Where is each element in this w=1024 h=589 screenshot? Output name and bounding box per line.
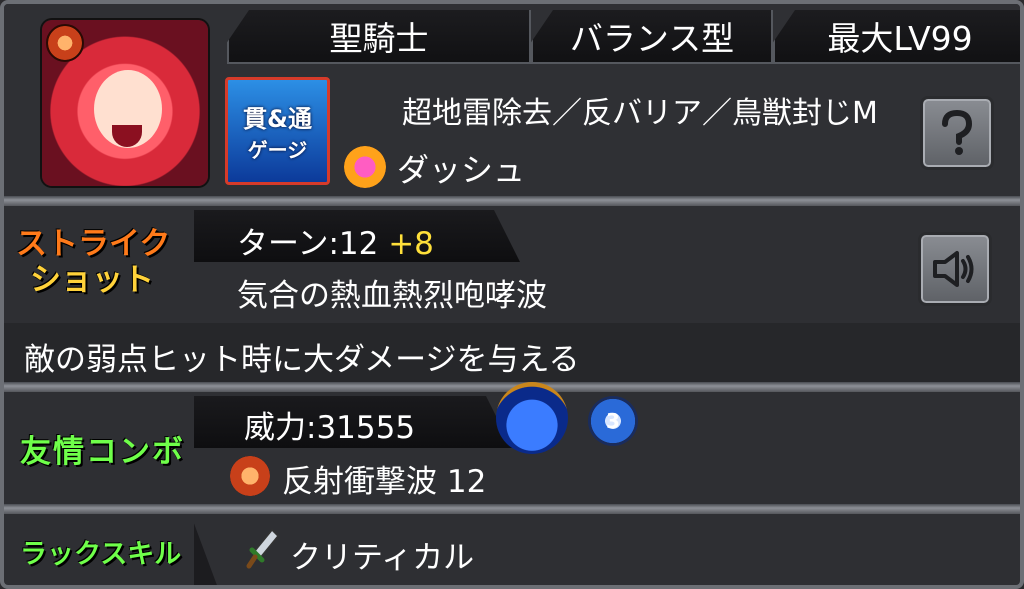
gauge-badge: 貫&通 ゲージ: [225, 77, 330, 185]
strike-shot-label-line2: ショット: [30, 262, 154, 298]
turn-bonus: +8: [388, 226, 434, 262]
tab-tribe-label: 聖騎士: [329, 19, 429, 58]
gauge-badge-line2: ゲージ: [247, 138, 308, 162]
luck-skill-name: クリティカル: [290, 540, 475, 576]
strike-shot-label: ストライク ショット: [16, 226, 186, 298]
friendship-combo-label: 友情コンボ: [20, 434, 185, 470]
combo-level-badge: 3: [588, 396, 638, 446]
strike-shot-name: 気合の熱血熱烈咆哮波: [237, 278, 547, 314]
strike-shot-label-line1: ストライク: [16, 226, 171, 262]
divider: [4, 504, 1020, 514]
strike-shot-description: 敵の弱点ヒット時に大ダメージを与える: [24, 342, 580, 378]
tab-type: バランス型: [531, 10, 773, 64]
movement-label: ダッシュ: [397, 151, 526, 189]
combo-name: 反射衝撃波 12: [282, 464, 487, 500]
combo-icon: [496, 382, 568, 454]
tab-bar: 聖騎士 バランス型 最大LV99: [219, 4, 1020, 66]
question-icon: [942, 110, 973, 155]
monster-info-panel: 聖騎士 バランス型 最大LV99 貫&通 ゲージ 超地雷除去／反バリア／鳥獣封じ…: [0, 0, 1024, 589]
luck-skill-label: ラックスキル: [20, 539, 182, 570]
monster-avatar[interactable]: [42, 20, 208, 186]
fire-element-icon: [230, 456, 270, 496]
divider: [4, 196, 1020, 206]
combo-power: 威力:31555: [244, 410, 416, 446]
tab-type-label: バランス型: [569, 19, 735, 58]
turn-count: ターン:12: [237, 226, 379, 262]
fire-element-icon: [46, 24, 84, 62]
gauge-badge-line1: 貫&通: [243, 105, 312, 133]
tab-tribe: 聖騎士: [227, 10, 531, 64]
combo-level-number: 3: [606, 409, 620, 433]
voice-button[interactable]: [918, 232, 992, 306]
speaker-icon: [933, 251, 974, 287]
turn-text: ターン:12 +8: [237, 218, 434, 263]
help-button[interactable]: [920, 96, 994, 170]
abilities-text: 超地雷除去／反バリア／鳥獣封じM: [402, 96, 878, 131]
luck-bar-edge: [194, 518, 218, 588]
dash-icon: [344, 146, 386, 188]
sword-icon: [246, 528, 280, 569]
tab-max-level: 最大LV99: [773, 10, 1020, 64]
tab-max-level-label: 最大LV99: [827, 19, 973, 58]
